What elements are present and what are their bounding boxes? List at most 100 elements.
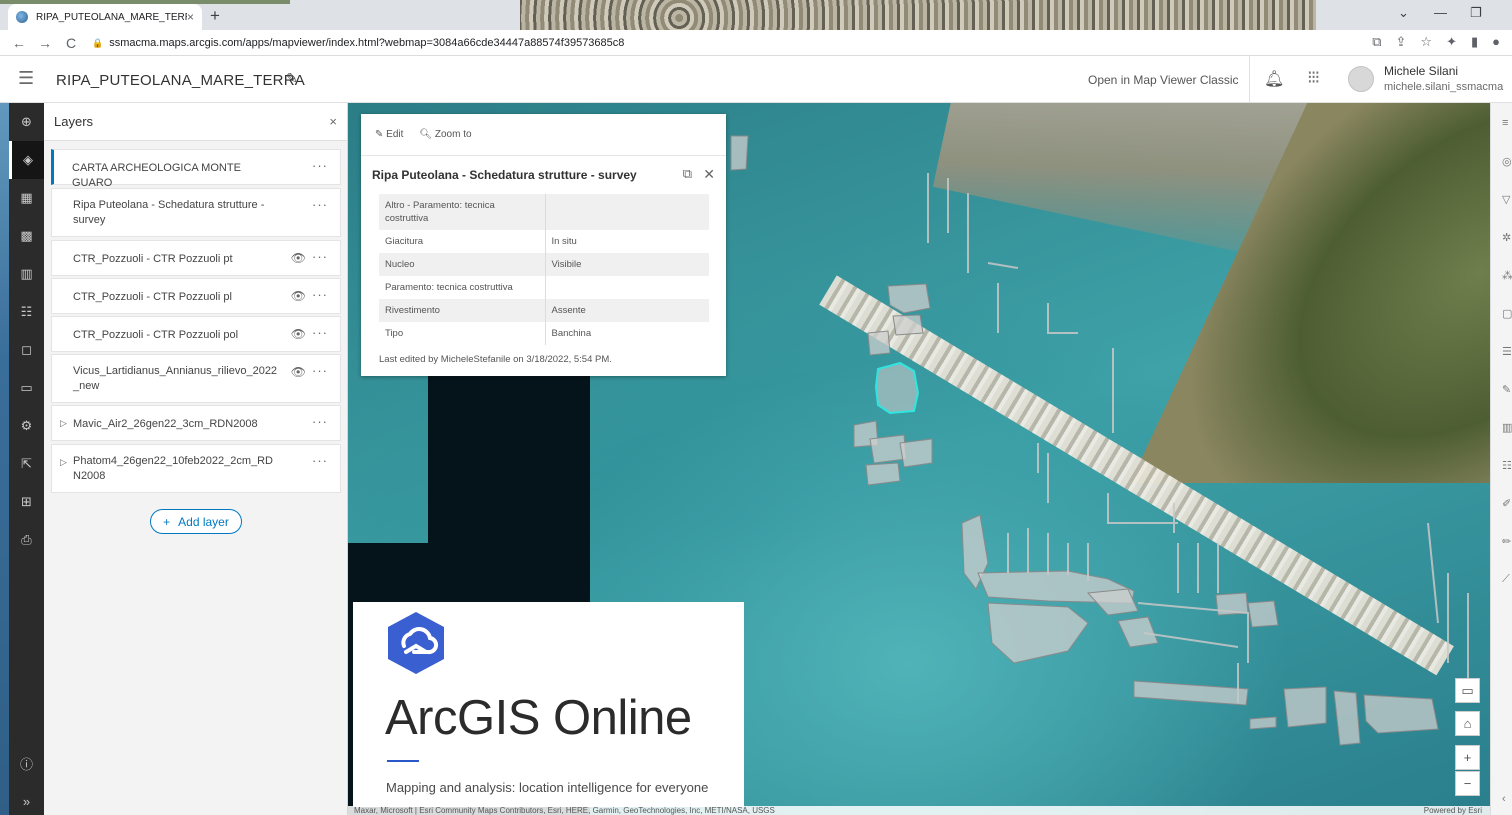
edit-button[interactable]: ✎ Edit <box>375 129 403 140</box>
styles-icon[interactable]: ◎ <box>1502 155 1512 168</box>
open-classic-link[interactable]: Open in Map Viewer Classic <box>1088 73 1239 87</box>
more-options-icon[interactable]: ··· <box>312 453 328 468</box>
structure-polygon <box>899 438 933 468</box>
reload-button[interactable]: C <box>58 35 84 51</box>
legend-icon[interactable]: ☷ <box>9 293 44 331</box>
structure-polygon <box>730 135 749 171</box>
screen-icon[interactable]: ▭ <box>1455 678 1480 703</box>
visibility-eye-icon[interactable]: 👁︎ <box>291 365 306 379</box>
powered-by-esri[interactable]: Powered by Esri <box>1424 806 1482 815</box>
home-icon[interactable]: ⌂ <box>1455 711 1480 736</box>
layers-icon[interactable]: ◈ <box>9 141 44 179</box>
share-icon[interactable]: ⇪ <box>1396 34 1407 50</box>
zoom-to-button[interactable]: 🔍︎ Zoom to <box>419 129 471 140</box>
popup-config-icon[interactable]: ▢ <box>1502 307 1512 320</box>
attribute-value <box>545 276 709 299</box>
translate-icon[interactable]: ⧉ <box>1372 34 1381 50</box>
layer-item[interactable]: Ripa Puteolana - Schedatura strutture - … <box>51 188 341 237</box>
basemap-icon[interactable]: ▩ <box>9 217 44 255</box>
zoom-out-button[interactable]: − <box>1455 771 1480 796</box>
side-panel-icon[interactable]: ▮ <box>1471 34 1478 50</box>
user-name[interactable]: Michele Silani <box>1384 64 1458 78</box>
layer-item[interactable]: ▷ Phatom4_26gen22_10feb2022_2cm_RD N2008… <box>51 444 341 493</box>
app-launcher-icon[interactable]: ⁝⁝⁝ <box>1307 67 1320 88</box>
close-icon[interactable]: × <box>329 114 337 129</box>
url-field[interactable]: 🔒 ssmacma.maps.arcgis.com/apps/mapviewer… <box>92 33 1322 53</box>
arcgis-splash: ArcGIS Online Mapping and analysis: loca… <box>353 602 744 807</box>
measure-icon[interactable]: ⟋ <box>1502 573 1510 586</box>
minimize-button[interactable]: — <box>1434 5 1447 20</box>
collapse-icon[interactable]: ‹ <box>1502 793 1506 805</box>
zoom-in-button[interactable]: + <box>1455 745 1480 770</box>
charts-icon[interactable]: ▥ <box>9 255 44 293</box>
expand-triangle-icon[interactable]: ▷ <box>60 418 67 429</box>
visibility-eye-icon[interactable]: 👁︎ <box>291 289 306 303</box>
tab-search-button[interactable]: ⌄ <box>1398 5 1409 21</box>
hamburger-menu-icon[interactable]: ☰ <box>18 68 34 89</box>
fields-icon[interactable]: ☰ <box>1502 345 1512 358</box>
extensions-icon[interactable]: ✦ <box>1446 34 1457 50</box>
add-icon[interactable]: ⊕ <box>9 103 44 141</box>
attribute-key: Tipo <box>379 322 546 345</box>
popup-toolbar: ✎ Edit 🔍︎ Zoom to <box>361 114 726 156</box>
app-header: ☰ RIPA_PUTEOLANA_MARE_TERRA ✎ Open in Ma… <box>0 56 1512 103</box>
popup-close-icon[interactable]: ✕ <box>703 166 715 183</box>
visibility-eye-icon[interactable]: 👁︎ <box>291 327 306 341</box>
profile-icon[interactable]: ● <box>1492 34 1500 50</box>
browser-tab[interactable]: RIPA_PUTEOLANA_MARE_TERRA × <box>8 4 202 30</box>
user-avatar[interactable] <box>1348 66 1374 92</box>
more-options-icon[interactable]: ··· <box>312 414 328 429</box>
cluster-icon[interactable]: ⁂ <box>1502 269 1512 282</box>
properties-icon[interactable]: ▭ <box>9 369 44 407</box>
effects-icon[interactable]: ✲ <box>1502 231 1511 244</box>
create-app-icon[interactable]: ⊞ <box>9 483 44 521</box>
edit-label: Edit <box>386 129 404 140</box>
pier-line <box>987 262 1019 269</box>
notifications-bell-icon[interactable]: 🔔︎ <box>1264 69 1284 89</box>
settings-gear-icon[interactable]: ⚙ <box>9 407 44 445</box>
layer-item[interactable]: CTR_Pozzuoli - CTR Pozzuoli pt 👁︎ ··· <box>51 240 341 276</box>
sketch-icon[interactable]: ✏ <box>1502 535 1511 548</box>
bookmark-star-icon[interactable]: ☆ <box>1420 34 1432 50</box>
share-map-icon[interactable]: ⇱ <box>9 445 44 483</box>
attribute-value: Visibile <box>545 253 709 276</box>
edit-title-pencil-icon[interactable]: ✎ <box>286 70 298 87</box>
layer-item[interactable]: CARTA ARCHEOLOGICA MONTE GUARO ··· <box>51 149 341 189</box>
tables-icon[interactable]: ▦ <box>9 179 44 217</box>
bookmarks-icon[interactable]: ◻ <box>9 331 44 369</box>
tab-close-button[interactable]: × <box>187 10 194 24</box>
attribute-key: Nucleo <box>379 253 546 276</box>
more-options-icon[interactable]: ··· <box>312 197 328 212</box>
more-options-icon[interactable]: ··· <box>312 325 328 340</box>
more-options-icon[interactable]: ··· <box>312 249 328 264</box>
selected-feature-highlight <box>874 361 920 415</box>
expand-triangle-icon[interactable]: ▷ <box>60 457 67 468</box>
info-icon[interactable]: ⓘ <box>9 744 44 782</box>
visibility-eye-icon[interactable]: 👁︎ <box>291 251 306 265</box>
forward-button[interactable]: → <box>32 35 58 51</box>
forms-icon[interactable]: ☷ <box>1502 459 1512 472</box>
new-tab-button[interactable]: + <box>210 6 220 26</box>
filter-icon[interactable]: ▽ <box>1502 193 1510 206</box>
properties-icon[interactable]: ≡ <box>1502 117 1508 129</box>
accent-bar <box>387 760 419 762</box>
restore-button[interactable]: ❐ <box>1470 5 1482 21</box>
dock-icon[interactable]: ⧉ <box>683 166 692 182</box>
labels-icon[interactable]: ✎ <box>1502 383 1511 396</box>
print-icon[interactable]: ⎙ <box>9 521 44 559</box>
plus-icon: + <box>163 514 171 529</box>
layer-name: Phatom4_26gen22_10feb2022_2cm_RD N2008 <box>73 455 273 482</box>
layer-item[interactable]: CTR_Pozzuoli - CTR Pozzuoli pol 👁︎ ··· <box>51 316 341 352</box>
more-options-icon[interactable]: ··· <box>312 363 328 378</box>
attribute-key: Paramento: tecnica costruttiva <box>379 276 546 299</box>
layer-item[interactable]: CTR_Pozzuoli - CTR Pozzuoli pl 👁︎ ··· <box>51 278 341 314</box>
back-button[interactable]: ← <box>6 35 32 51</box>
layer-item[interactable]: ▷ Mavic_Air2_26gen22_3cm_RDN2008 ··· <box>51 405 341 441</box>
edit-icon[interactable]: ✐ <box>1502 497 1511 510</box>
layer-item[interactable]: Vicus_Lartidianus_Annianus_rilievo_2022 … <box>51 354 341 403</box>
chart-icon[interactable]: ▥ <box>1502 421 1512 434</box>
expand-chevrons-icon[interactable]: » <box>9 782 44 815</box>
add-layer-button[interactable]: + Add layer <box>150 509 242 534</box>
more-options-icon[interactable]: ··· <box>312 158 328 173</box>
more-options-icon[interactable]: ··· <box>312 287 328 302</box>
